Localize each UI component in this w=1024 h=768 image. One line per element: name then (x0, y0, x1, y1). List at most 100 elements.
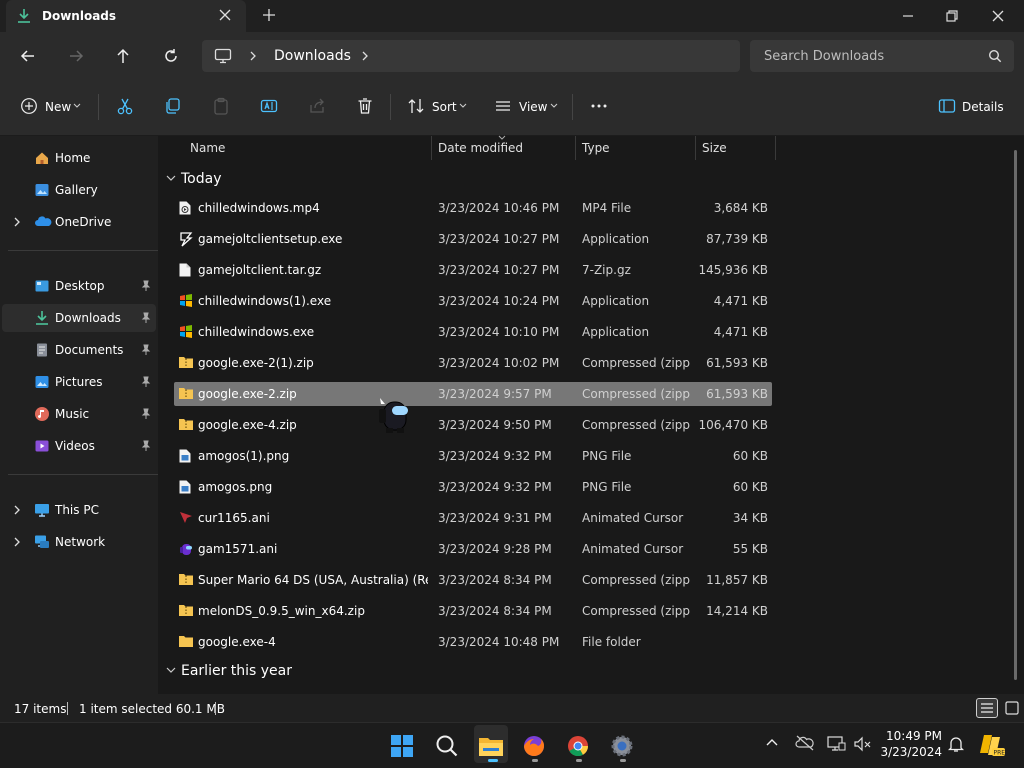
minimize-icon[interactable] (900, 8, 916, 24)
onedrive-offline-icon[interactable] (795, 735, 815, 751)
delete-icon[interactable] (356, 97, 374, 115)
chrome-icon[interactable] (562, 730, 594, 762)
sidebar-item-pictures[interactable]: Pictures (2, 368, 156, 396)
pin-icon[interactable] (141, 280, 151, 292)
table-row[interactable]: amogos.png 3/23/2024 9:32 PM PNG File 60… (174, 475, 772, 499)
pin-icon[interactable] (141, 344, 151, 356)
view-button[interactable]: View (519, 100, 547, 114)
pin-icon[interactable] (141, 408, 151, 420)
table-row[interactable]: chilledwindows.exe 3/23/2024 10:10 PM Ap… (174, 320, 772, 344)
table-row[interactable]: google.exe-4.zip 3/23/2024 9:50 PM Compr… (174, 413, 772, 437)
table-row[interactable]: cur1165.ani 3/23/2024 9:31 PM Animated C… (174, 506, 772, 530)
documents-icon (34, 342, 50, 358)
column-name[interactable]: Name (190, 141, 225, 155)
search-icon[interactable] (988, 49, 1002, 63)
close-tab-icon[interactable] (218, 8, 232, 22)
copilot-preview-icon[interactable]: PRE (978, 731, 1006, 759)
table-row[interactable]: chilledwindows(1).exe 3/23/2024 10:24 PM… (174, 289, 772, 313)
column-size[interactable]: Size (702, 141, 727, 155)
close-window-icon[interactable] (990, 8, 1006, 24)
rename-icon[interactable] (260, 97, 278, 115)
column-date-modified[interactable]: Date modified (438, 141, 523, 155)
chevron-down-icon[interactable] (166, 175, 176, 182)
table-row[interactable]: google.exe-4 3/23/2024 10:48 PM File fol… (174, 630, 772, 654)
table-row-selected[interactable]: google.exe-2.zip 3/23/2024 9:57 PM Compr… (174, 382, 772, 406)
tiles-view-icon[interactable] (1004, 700, 1020, 716)
settings-gear-icon[interactable] (606, 730, 638, 762)
sidebar-item-home[interactable]: Home (2, 144, 156, 172)
clock-time[interactable]: 10:49 PM (884, 729, 942, 743)
taskbar-search-icon[interactable] (431, 730, 463, 762)
new-plus-icon[interactable] (20, 97, 38, 115)
chevron-down-icon[interactable] (73, 103, 81, 109)
table-row[interactable]: gamejoltclient.tar.gz 3/23/2024 10:27 PM… (174, 258, 772, 282)
share-icon[interactable] (308, 97, 326, 115)
chevron-right-icon[interactable] (12, 504, 22, 516)
more-options-icon[interactable] (590, 97, 608, 115)
breadcrumb-downloads[interactable]: Downloads (274, 48, 351, 64)
chevron-down-icon[interactable] (166, 667, 176, 674)
sidebar-item-documents[interactable]: Documents (2, 336, 156, 364)
details-button[interactable]: Details (962, 100, 1004, 114)
pin-icon[interactable] (141, 312, 151, 324)
monitor-icon[interactable] (214, 48, 232, 64)
table-row[interactable]: amogos(1).png 3/23/2024 9:32 PM PNG File… (174, 444, 772, 468)
sidebar-item-music[interactable]: Music (2, 400, 156, 428)
copy-icon[interactable] (164, 97, 182, 115)
back-arrow-icon[interactable] (18, 46, 38, 66)
new-button[interactable]: New (45, 100, 71, 114)
firefox-icon[interactable] (518, 730, 550, 762)
chevron-down-icon[interactable] (459, 103, 467, 109)
column-divider[interactable] (775, 136, 776, 160)
file-size: 3,684 KB (713, 201, 768, 215)
notification-bell-icon[interactable] (948, 735, 964, 753)
table-row[interactable]: gam1571.ani 3/23/2024 9:28 PM Animated C… (174, 537, 772, 561)
paste-icon[interactable] (212, 97, 230, 115)
view-icon[interactable] (494, 97, 512, 115)
sort-icon[interactable] (407, 97, 425, 115)
forward-arrow-icon[interactable] (66, 46, 86, 66)
column-divider[interactable] (431, 136, 432, 160)
file-explorer-icon[interactable] (475, 730, 507, 762)
sort-button[interactable]: Sort (432, 100, 457, 114)
chevron-right-icon[interactable] (12, 536, 22, 548)
table-row[interactable]: gamejoltclientsetup.exe 3/23/2024 10:27 … (174, 227, 772, 251)
chevron-right-icon[interactable] (360, 50, 370, 62)
refresh-icon[interactable] (161, 46, 181, 66)
sidebar-item-this-pc[interactable]: This PC (2, 496, 156, 524)
sidebar-item-desktop[interactable]: Desktop (2, 272, 156, 300)
file-date: 3/23/2024 9:28 PM (438, 542, 552, 556)
search-input[interactable] (750, 40, 1014, 72)
pin-icon[interactable] (141, 376, 151, 388)
up-arrow-icon[interactable] (113, 46, 133, 66)
pin-icon[interactable] (141, 440, 151, 452)
clock-date[interactable]: 3/23/2024 (878, 745, 942, 759)
restore-icon[interactable] (944, 8, 960, 24)
music-icon (34, 406, 50, 422)
details-pane-icon[interactable] (938, 97, 956, 115)
table-row[interactable]: chilledwindows.mp4 3/23/2024 10:46 PM MP… (174, 196, 772, 220)
tray-chevron-up-icon[interactable] (765, 737, 779, 747)
table-row[interactable]: google.exe-2(1).zip 3/23/2024 10:02 PM C… (174, 351, 772, 375)
vertical-scrollbar[interactable] (1014, 150, 1017, 680)
chevron-right-icon[interactable] (248, 50, 258, 62)
sidebar-item-gallery[interactable]: Gallery (2, 176, 156, 204)
chevron-down-icon[interactable] (550, 103, 558, 109)
sidebar-item-downloads[interactable]: Downloads (2, 304, 156, 332)
sidebar-item-onedrive[interactable]: OneDrive (2, 208, 156, 236)
new-tab-icon[interactable] (262, 8, 276, 22)
sidebar-item-network[interactable]: Network (2, 528, 156, 556)
chevron-right-icon[interactable] (12, 216, 22, 228)
table-row[interactable]: melonDS_0.9.5_win_x64.zip 3/23/2024 8:34… (174, 599, 772, 623)
column-divider[interactable] (695, 136, 696, 160)
app-indicator (532, 759, 538, 762)
start-button-icon[interactable] (386, 730, 418, 762)
column-type[interactable]: Type (582, 141, 610, 155)
volume-muted-icon[interactable] (853, 735, 873, 753)
network-status-icon[interactable] (826, 735, 846, 753)
cut-icon[interactable] (116, 97, 134, 115)
column-divider[interactable] (575, 136, 576, 160)
details-view-button[interactable] (976, 698, 998, 718)
table-row[interactable]: Super Mario 64 DS (USA, Australia) (Rev … (174, 568, 772, 592)
sidebar-item-videos[interactable]: Videos (2, 432, 156, 460)
